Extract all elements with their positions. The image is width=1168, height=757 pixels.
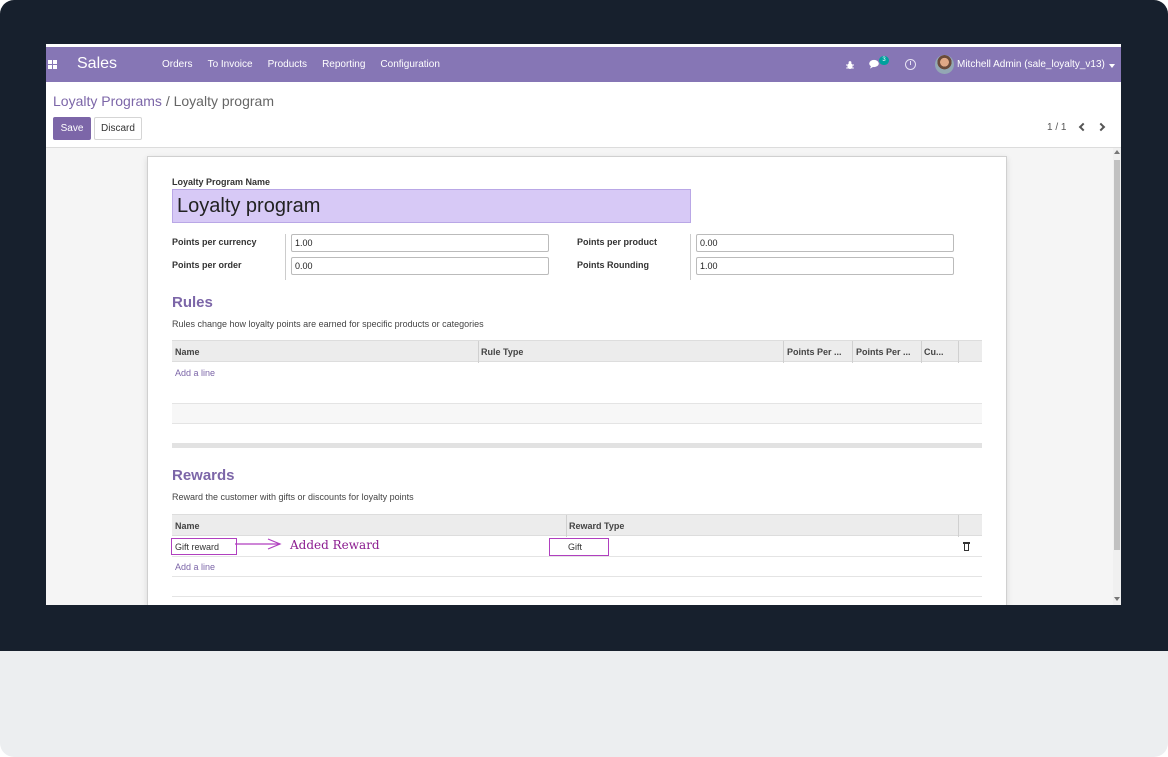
discard-button[interactable]: Discard: [94, 117, 142, 140]
monitor-frame: Sales Orders To Invoice Products Reporti…: [0, 0, 1168, 757]
pager-next-icon[interactable]: [1096, 120, 1109, 134]
scroll-up-icon[interactable]: [1114, 150, 1120, 154]
rewards-row-divider: [172, 596, 982, 597]
form-sheet: Loyalty Program Name Loyalty program Poi…: [147, 156, 1007, 605]
annotation-arrow-icon: [235, 538, 282, 550]
scrollbar-thumb[interactable]: [1114, 160, 1120, 550]
trash-icon[interactable]: [963, 542, 970, 551]
pager-value[interactable]: 1 / 1: [1047, 122, 1066, 133]
user-avatar[interactable]: [935, 55, 954, 74]
breadcrumb-loyalty-programs[interactable]: Loyalty Programs: [53, 93, 162, 109]
pager-previous-icon[interactable]: [1076, 120, 1088, 134]
column-separator: [852, 341, 853, 363]
top-navbar: Sales Orders To Invoice Products Reporti…: [46, 47, 1121, 82]
rules-col-cu[interactable]: Cu...: [924, 347, 954, 357]
points-per-order-input[interactable]: 0.00: [291, 257, 549, 275]
reward-row-type[interactable]: Gift: [568, 542, 582, 552]
debug-bug-icon[interactable]: [845, 60, 855, 70]
apps-menu-icon[interactable]: [48, 60, 58, 70]
rules-help-text: Rules change how loyalty points are earn…: [172, 319, 484, 329]
rewards-col-name[interactable]: Name: [175, 521, 200, 531]
menu-item-orders[interactable]: Orders: [162, 59, 193, 70]
rules-col-rule-type[interactable]: Rule Type: [481, 347, 523, 357]
rules-row-divider: [172, 423, 982, 424]
field-separator: [690, 234, 691, 280]
rules-table-header: Name Rule Type Points Per ... Points Per…: [172, 340, 982, 363]
rules-col-points-per-2[interactable]: Points Per ...: [856, 347, 919, 357]
rewards-row-divider: [172, 556, 982, 557]
breadcrumb-separator: /: [165, 93, 170, 109]
activity-clock-icon[interactable]: [905, 59, 916, 70]
user-menu-caret-icon[interactable]: [1109, 64, 1115, 68]
field-separator: [285, 234, 286, 280]
scroll-down-icon[interactable]: [1114, 597, 1120, 601]
app-brand[interactable]: Sales: [77, 55, 117, 73]
points-per-order-label: Points per order: [172, 260, 242, 270]
rules-add-line-link[interactable]: Add a line: [175, 368, 215, 378]
form-view-area: Loyalty Program Name Loyalty program Poi…: [46, 148, 1113, 605]
messages-count-badge: 3: [879, 56, 889, 65]
points-per-product-label: Points per product: [577, 237, 658, 247]
program-name-input[interactable]: Loyalty program: [172, 189, 691, 223]
monitor-stand-base: [0, 651, 1168, 757]
points-per-currency-label: Points per currency: [172, 237, 257, 247]
points-per-currency-input[interactable]: 1.00: [291, 234, 549, 252]
rules-col-points-per-1[interactable]: Points Per ...: [787, 347, 850, 357]
points-per-product-input[interactable]: 0.00: [696, 234, 954, 252]
rules-empty-row: [172, 383, 982, 403]
menu-item-products[interactable]: Products: [268, 59, 307, 70]
menu-item-reporting[interactable]: Reporting: [322, 59, 365, 70]
program-name-label: Loyalty Program Name: [172, 177, 271, 187]
user-menu[interactable]: Mitchell Admin (sale_loyalty_v13): [957, 59, 1105, 70]
menu-item-configuration[interactable]: Configuration: [380, 59, 439, 70]
breadcrumb: Loyalty Programs / Loyalty program: [53, 93, 274, 109]
reward-row-name[interactable]: Gift reward: [175, 542, 219, 552]
rewards-add-line-link[interactable]: Add a line: [175, 562, 215, 572]
save-button[interactable]: Save: [53, 117, 91, 140]
vertical-scrollbar[interactable]: [1113, 148, 1121, 605]
breadcrumb-current: Loyalty program: [173, 93, 274, 109]
column-separator: [478, 341, 479, 363]
points-rounding-label: Points Rounding: [577, 260, 649, 270]
rewards-section-title: Rewards: [172, 467, 235, 484]
points-rounding-input[interactable]: 1.00: [696, 257, 954, 275]
rules-col-name[interactable]: Name: [175, 347, 200, 357]
app-screen: Sales Orders To Invoice Products Reporti…: [46, 44, 1121, 605]
rewards-help-text: Reward the customer with gifts or discou…: [172, 492, 414, 502]
column-separator: [783, 341, 784, 363]
menu-item-to-invoice[interactable]: To Invoice: [208, 59, 253, 70]
rewards-col-reward-type[interactable]: Reward Type: [569, 521, 624, 531]
main-menu: Orders To Invoice Products Reporting Con…: [162, 59, 455, 70]
column-separator: [921, 341, 922, 363]
rules-section-title: Rules: [172, 294, 213, 311]
column-separator: [566, 515, 567, 537]
column-separator: [958, 515, 959, 537]
added-reward-annotation: Added Reward: [290, 538, 380, 552]
rules-table-footer: [172, 443, 982, 448]
rewards-table-header: Name Reward Type: [172, 514, 982, 537]
rules-empty-row: [172, 404, 982, 424]
rewards-row-divider: [172, 576, 982, 577]
column-separator: [958, 341, 959, 363]
